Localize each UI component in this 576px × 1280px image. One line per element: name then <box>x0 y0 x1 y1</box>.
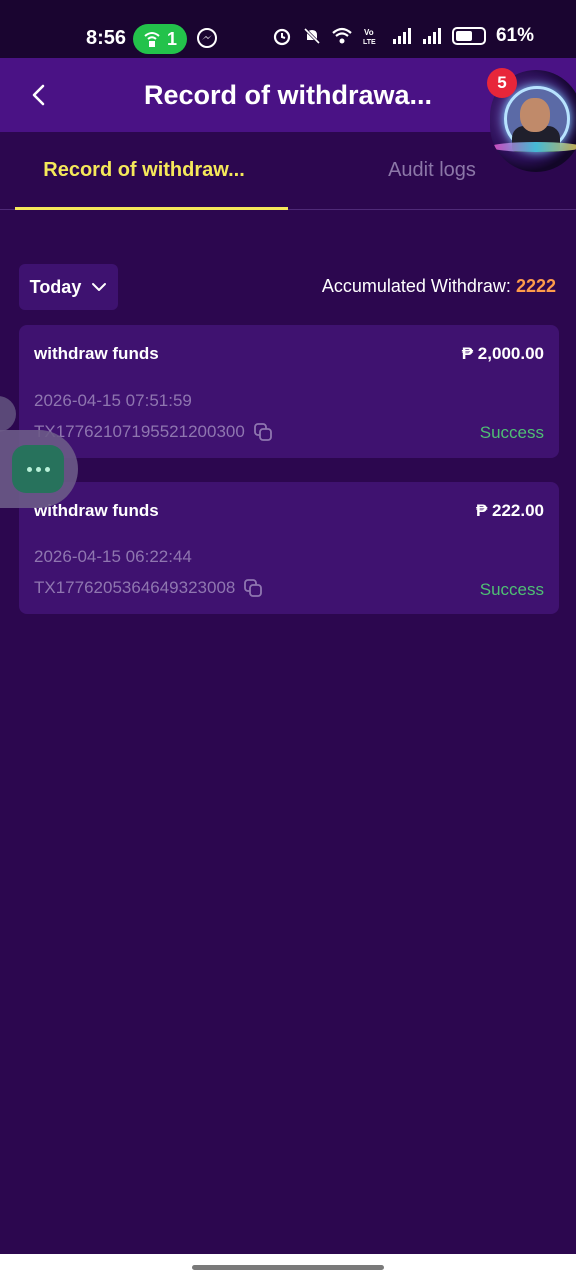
wifi-icon <box>332 27 352 44</box>
record-tx-id: TX17762053646493230​08 <box>34 578 236 597</box>
record-status: Success <box>479 580 544 599</box>
home-indicator[interactable] <box>192 1265 384 1270</box>
page-title: Record of withdrawa... <box>143 80 433 110</box>
floating-handle[interactable] <box>0 396 16 432</box>
battery-percent: 61% <box>495 25 534 46</box>
status-icons: Vo LTE 61% <box>272 25 534 47</box>
signal-icon <box>422 28 441 44</box>
messenger-icon <box>197 28 217 48</box>
hotspot-icon <box>144 32 160 47</box>
svg-text:Vo: Vo <box>364 28 374 37</box>
record-amount: ₱ 222.00 <box>475 501 544 520</box>
record-card: withdraw funds ₱ 2,000.00 2026-04-15 07:… <box>19 325 559 458</box>
alarm-icon <box>273 28 291 46</box>
battery-icon <box>451 27 486 45</box>
copy-icon[interactable] <box>253 422 273 442</box>
svg-text:LTE: LTE <box>363 39 376 46</box>
record-tx-id: TX17762107195521200300 <box>34 422 245 441</box>
chevron-down-icon <box>92 283 107 291</box>
tab-bar: Record of withdraw... Audit logs <box>0 132 576 210</box>
status-time: 8:56 <box>86 27 127 49</box>
mute-icon <box>303 27 321 45</box>
accumulated-label: Accumulated Withdraw: <box>321 276 511 296</box>
volte-icon: Vo LTE <box>363 28 376 46</box>
notification-badge: 5 <box>487 68 517 98</box>
date-filter-label: Today <box>29 276 82 297</box>
tab-audit-logs[interactable]: Audit logs <box>288 132 576 209</box>
dot-icon <box>26 466 32 472</box>
chevron-left-icon[interactable] <box>22 78 56 112</box>
record-amount: ₱ 2,000.00 <box>461 344 544 363</box>
date-filter-dropdown[interactable]: Today <box>19 264 118 310</box>
record-status: Success <box>479 423 544 442</box>
hotspot-pill: 1 <box>133 24 187 54</box>
navigation-bar <box>0 1254 576 1280</box>
more-options-button[interactable] <box>12 445 64 493</box>
hotspot-count: 1 <box>166 28 177 49</box>
tab-record-of-withdraw[interactable]: Record of withdraw... <box>0 132 288 210</box>
status-bar: 8:56 1 Vo LTE 61% <box>0 0 576 58</box>
record-title: withdraw funds <box>34 344 159 363</box>
copy-icon[interactable] <box>243 578 263 598</box>
record-datetime: 2026-04-15 07:51:59 <box>34 391 192 410</box>
accumulated-value: 2222 <box>515 276 556 296</box>
record-tx-row: TX17762053646493230​08 <box>34 578 263 598</box>
record-tx-row: TX17762107195521200300 <box>34 422 273 442</box>
accumulated-withdraw: Accumulated Withdraw: 2222 <box>322 276 556 297</box>
signal-icon <box>392 28 411 44</box>
dot-icon <box>44 466 50 472</box>
record-card: withdraw funds ₱ 222.00 2026-04-15 06:22… <box>19 482 559 614</box>
record-datetime: 2026-04-15 06:22:44 <box>34 547 192 566</box>
dot-icon <box>35 466 41 472</box>
